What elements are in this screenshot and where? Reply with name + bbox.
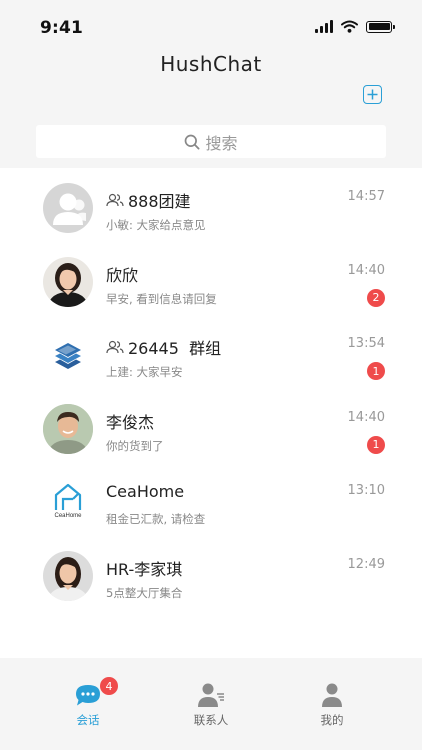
chat-time: 13:10 xyxy=(347,483,385,498)
tab-contacts[interactable]: 联系人 xyxy=(171,680,251,728)
chat-list: 888团建 小敏: 大家给点意见 14:57 欣欣 早安, 看到信息请回复 14… xyxy=(0,168,422,609)
unread-badge: 1 xyxy=(367,362,385,380)
plus-icon xyxy=(367,89,378,100)
chat-preview: 5点整大厅集合 xyxy=(106,585,183,600)
chat-name: 26445 群组 xyxy=(106,335,221,359)
search-input[interactable]: 搜索 xyxy=(36,125,386,158)
chat-name: 888团建 xyxy=(106,188,191,212)
tab-label: 会话 xyxy=(76,713,100,727)
chat-name: CeaHome xyxy=(106,482,185,501)
tab-label: 联系人 xyxy=(193,713,229,727)
wifi-icon xyxy=(341,20,358,33)
tab-bar: 4 会话 联系人 我的 xyxy=(0,658,422,750)
chat-item-li-junjie[interactable]: 李俊杰 你的货到了 14:40 1 xyxy=(0,389,422,463)
ceahome-logo-text: CeaHome xyxy=(54,513,82,519)
tab-chats[interactable]: 4 会话 xyxy=(48,676,128,728)
chat-time: 12:49 xyxy=(347,556,385,572)
chat-time: 13:54 xyxy=(347,336,385,351)
page-title: HushChat xyxy=(160,52,262,76)
ceahome-logo-icon: CeaHome xyxy=(43,477,93,527)
chat-item-888-team[interactable]: 888团建 小敏: 大家给点意见 14:57 xyxy=(0,168,422,242)
chat-item-hr-li-jiaqi[interactable]: HR-李家琪 5点整大厅集合 12:49 xyxy=(0,536,422,610)
avatar xyxy=(43,550,93,601)
header: HushChat 搜索 xyxy=(0,46,422,168)
cellular-signal-icon xyxy=(315,20,333,33)
profile-icon xyxy=(322,683,342,707)
chat-time: 14:40 xyxy=(347,409,385,425)
battery-icon xyxy=(366,20,395,33)
chat-name: 欣欣 xyxy=(106,265,139,285)
chat-time: 14:57 xyxy=(347,189,385,204)
tab-badge: 4 xyxy=(99,676,119,696)
chat-preview: 租金已汇款, 请检查 xyxy=(106,512,206,526)
search-placeholder: 搜索 xyxy=(205,133,238,153)
chat-name: HR-李家琪 xyxy=(106,559,183,579)
contacts-icon xyxy=(198,683,224,707)
chat-item-ceahome[interactable]: CeaHome CeaHome 租金已汇款, 请检查 13:10 xyxy=(0,462,422,536)
chat-preview: 你的货到了 xyxy=(106,438,164,453)
chat-time: 14:40 xyxy=(347,262,385,278)
avatar xyxy=(43,256,93,307)
chat-item-26445-group[interactable]: 26445 群组 上建: 大家早安 13:54 1 xyxy=(0,315,422,389)
unread-badge: 2 xyxy=(367,288,385,307)
avatar xyxy=(43,403,93,454)
chat-preview: 小敏: 大家给点意见 xyxy=(106,218,206,232)
tab-me[interactable]: 我的 xyxy=(292,680,372,728)
tab-label: 我的 xyxy=(320,713,344,727)
group-icon xyxy=(106,193,124,207)
chat-preview: 早安, 看到信息请回复 xyxy=(106,291,217,306)
status-bar: 9:41 xyxy=(0,0,422,46)
chat-preview: 上建: 大家早安 xyxy=(106,365,183,379)
default-avatar-icon xyxy=(43,183,93,233)
layers-logo-icon xyxy=(43,330,93,380)
search-icon xyxy=(185,134,200,149)
group-icon xyxy=(106,340,124,354)
chat-name: 李俊杰 xyxy=(106,412,155,432)
status-time: 9:41 xyxy=(40,18,84,38)
unread-badge: 1 xyxy=(367,435,385,454)
chat-item-xinxin[interactable]: 欣欣 早安, 看到信息请回复 14:40 2 xyxy=(0,242,422,316)
status-icons xyxy=(315,20,395,33)
add-button[interactable] xyxy=(363,85,382,104)
